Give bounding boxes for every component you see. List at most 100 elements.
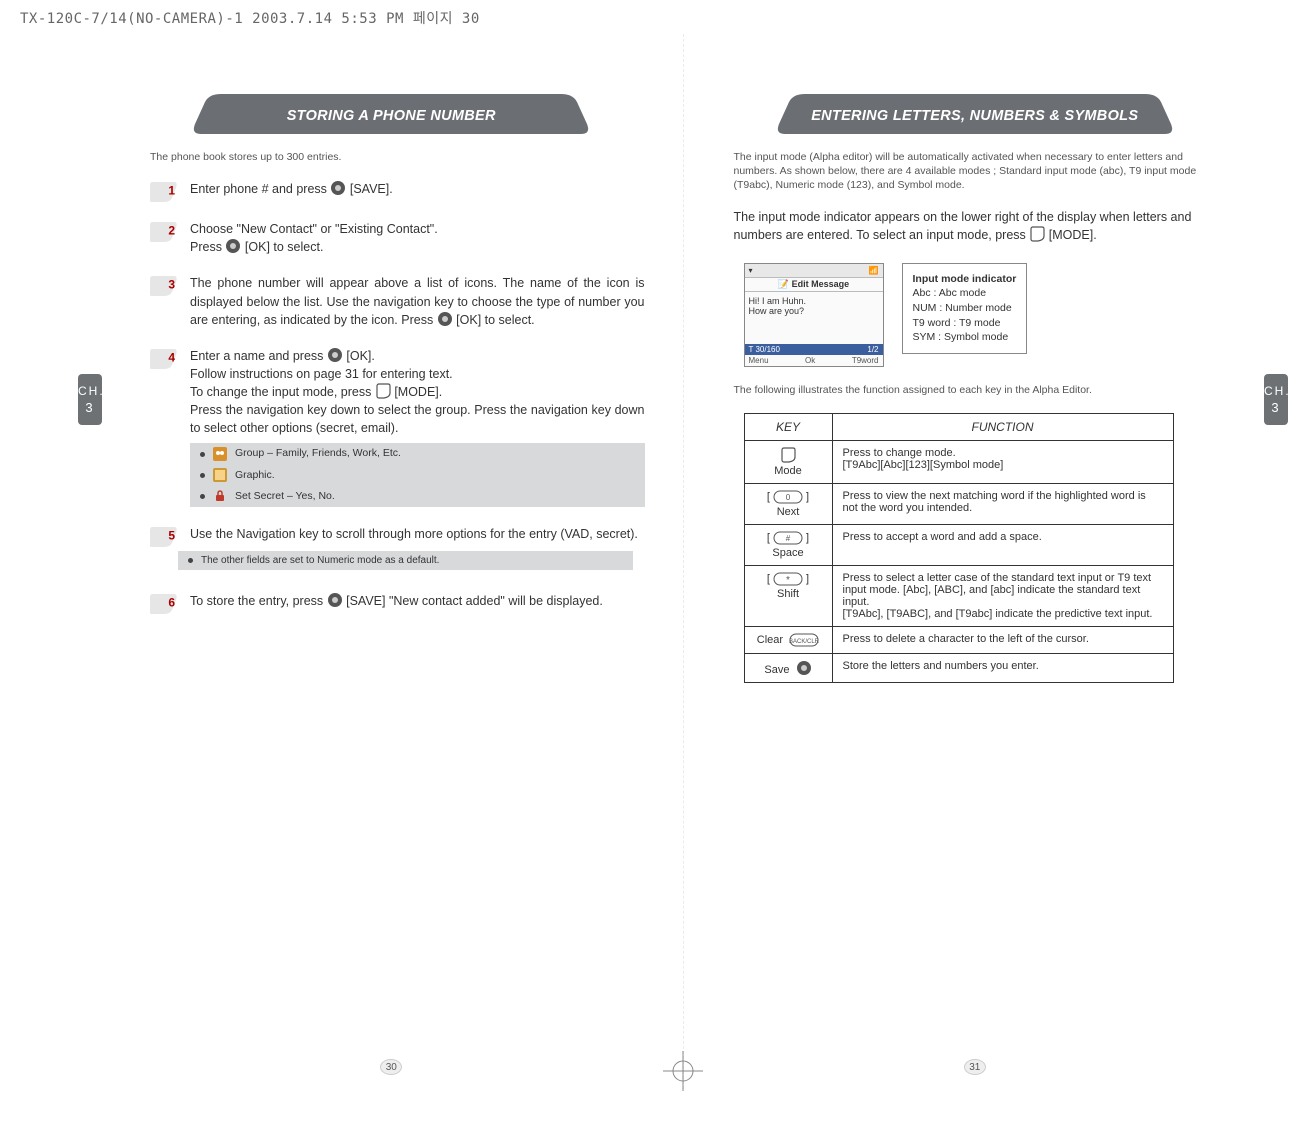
note-text: Group – Family, Friends, Work, Etc. — [235, 446, 401, 461]
ok-key-icon — [796, 660, 812, 676]
bullet-dot-icon — [188, 558, 193, 563]
file-stamp: TX-120C-7/14(NO-CAMERA)-1 2003.7.14 5:53… — [20, 8, 480, 28]
step-number: 5 — [168, 528, 175, 542]
page-number-right: 31 — [964, 1059, 986, 1075]
graphic-icon — [213, 468, 227, 482]
table-row: Save Store the letters and numbers you e… — [744, 653, 1173, 682]
func-cell: Press to select a letter case of the sta… — [832, 565, 1173, 626]
phone-screen-mock: ▾📶 📝 Edit Message Hi! I am Huhn. How are… — [744, 263, 884, 367]
key-label: Next — [755, 506, 822, 518]
svg-text:#: # — [786, 534, 791, 543]
step4-notebox: Group – Family, Friends, Work, Etc. Grap… — [190, 443, 645, 507]
step-2: 2 Choose "New Contact" or "Existing Cont… — [150, 220, 645, 256]
step-number: 4 — [168, 350, 175, 364]
signal-icon: 📶 — [869, 266, 879, 275]
step-5: 5 Use the Navigation key to scroll throu… — [150, 525, 645, 547]
ok-key-icon — [327, 592, 343, 608]
note-text: The other fields are set to Numeric mode… — [201, 555, 439, 566]
step-text: Use the Navigation key to scroll through… — [190, 525, 638, 547]
step-6: 6 To store the entry, press [SAVE] "New … — [150, 592, 645, 614]
step-number: 6 — [168, 595, 175, 609]
right-intro: The input mode (Alpha editor) will be au… — [734, 150, 1217, 193]
softkey-mid: Ok — [805, 356, 815, 365]
svg-text:0: 0 — [786, 493, 791, 502]
table-row: [ * ] Shift Press to select a letter cas… — [744, 565, 1173, 626]
step-1: 1 Enter phone # and press [SAVE]. — [150, 180, 645, 202]
key-label: Space — [755, 547, 822, 559]
step-bullet: 3 — [150, 274, 178, 296]
two-page-spread: CH. 3 STORING A PHONE NUMBER The phone b… — [100, 34, 1266, 1089]
step-number: 2 — [168, 223, 175, 237]
bullet-dot-icon — [200, 473, 205, 478]
right-statement: The input mode indicator appears on the … — [734, 209, 1217, 245]
note-text: Graphic. — [235, 468, 275, 483]
keycap-hash-icon: # — [773, 531, 803, 545]
section-title: STORING A PHONE NUMBER — [287, 108, 496, 124]
svg-text:BACK/CLR: BACK/CLR — [789, 639, 819, 645]
callout-line: NUM : Number mode — [913, 301, 1017, 316]
key-label: Mode — [755, 465, 822, 477]
chapter-number: 3 — [1264, 400, 1288, 415]
step5-notebar: The other fields are set to Numeric mode… — [178, 551, 633, 570]
step-text: Enter a name and press [OK]. Follow inst… — [190, 347, 645, 507]
page-index: 1/2 — [867, 345, 878, 354]
chapter-label: CH. — [78, 384, 105, 398]
callout-line: Abc : Abc mode — [913, 286, 1017, 301]
callout-line: T9 word : T9 mode — [913, 316, 1017, 331]
func-cell: Press to change mode. [T9Abc][Abc][123][… — [832, 440, 1173, 483]
ok-key-icon — [330, 180, 346, 196]
step-bullet: 6 — [150, 592, 178, 614]
step-text: To store the entry, press [SAVE] "New co… — [190, 592, 603, 614]
table-intro: The following illustrates the function a… — [734, 383, 1217, 397]
ok-key-icon — [225, 238, 241, 254]
bullet-dot-icon — [200, 452, 205, 457]
key-label: Clear — [757, 634, 783, 646]
table-header-key: KEY — [744, 413, 832, 440]
softkey-left: Menu — [749, 356, 769, 365]
softkey-mode-icon — [375, 383, 391, 399]
registration-mark-icon — [663, 1051, 703, 1091]
svg-text:*: * — [786, 575, 790, 586]
key-label: Save — [764, 664, 789, 676]
step-text: Choose "New Contact" or "Existing Contac… — [190, 220, 438, 256]
softkey-mode-icon — [1029, 226, 1045, 242]
chapter-tab-right: CH. 3 — [1264, 374, 1288, 425]
step-text: Enter phone # and press [SAVE]. — [190, 180, 393, 202]
step-bullet: 2 — [150, 220, 178, 242]
note-text: Set Secret – Yes, No. — [235, 489, 335, 504]
step-bullet: 1 — [150, 180, 178, 202]
screen-body-line: How are you? — [749, 306, 879, 316]
keycap-star-icon: * — [773, 572, 803, 586]
step-4: 4 Enter a name and press [OK]. Follow in… — [150, 347, 645, 507]
right-page: CH. 3 ENTERING LETTERS, NUMBERS & SYMBOL… — [683, 34, 1267, 1089]
bullet-dot-icon — [200, 494, 205, 499]
chapter-label: CH. — [1264, 384, 1291, 398]
func-cell: Store the letters and numbers you enter. — [832, 653, 1173, 682]
step-bullet: 4 — [150, 347, 178, 369]
step-number: 3 — [168, 278, 175, 292]
screen-body-line: Hi! I am Huhn. — [749, 296, 879, 306]
ok-key-icon — [327, 347, 343, 363]
chapter-tab-left: CH. 3 — [78, 374, 102, 425]
section-title: ENTERING LETTERS, NUMBERS & SYMBOLS — [811, 108, 1138, 124]
group-icon — [213, 447, 227, 461]
table-row: [ 0 ] Next Press to view the next matchi… — [744, 483, 1173, 524]
softkey-mode-icon — [780, 447, 796, 463]
table-row: Mode Press to change mode. [T9Abc][Abc][… — [744, 440, 1173, 483]
lock-icon — [213, 489, 227, 503]
char-count: T 30/160 — [749, 345, 780, 354]
key-label: Shift — [755, 588, 822, 600]
step-number: 1 — [168, 183, 175, 197]
softkey-right: T9word — [852, 356, 879, 365]
left-page: CH. 3 STORING A PHONE NUMBER The phone b… — [100, 34, 683, 1089]
screen-title: 📝 Edit Message — [745, 277, 883, 292]
chapter-number: 3 — [78, 400, 102, 415]
table-header-func: FUNCTION — [832, 413, 1173, 440]
key-function-table: KEY FUNCTION Mode Press to change mode. … — [744, 413, 1174, 683]
step-text: The phone number will appear above a lis… — [190, 274, 645, 328]
func-cell: Press to delete a character to the left … — [832, 626, 1173, 653]
func-cell: Press to accept a word and add a space. — [832, 524, 1173, 565]
func-cell: Press to view the next matching word if … — [832, 483, 1173, 524]
page-number-left: 30 — [380, 1059, 402, 1075]
table-row: [ # ] Space Press to accept a word and a… — [744, 524, 1173, 565]
